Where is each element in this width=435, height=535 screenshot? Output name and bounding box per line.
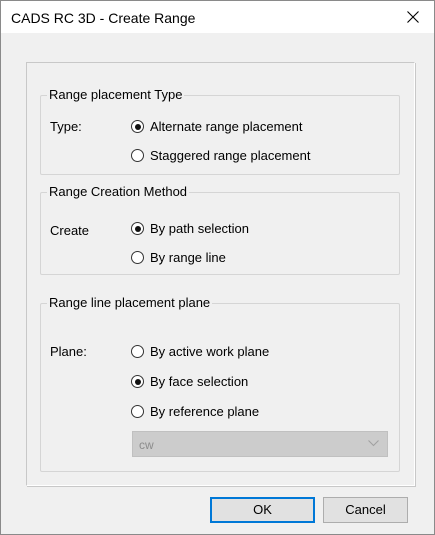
radio-label: By range line [150,250,226,265]
title-bar[interactable]: CADS RC 3D - Create Range [1,1,434,33]
radio-checked-icon [131,120,144,133]
radio-label: By face selection [150,374,249,389]
group-range-placement-type: Range placement Type Type: Alternate ran… [40,87,400,175]
radio-label: By path selection [150,221,250,236]
reference-plane-dropdown[interactable]: cw [132,431,388,457]
plane-label: Plane: [50,344,87,359]
radio-staggered-range-placement[interactable]: Staggered range placement [131,148,310,163]
reference-plane-dropdown-value: cw [139,438,154,452]
group-legend-placement-type: Range placement Type [47,87,185,102]
window-title: CADS RC 3D - Create Range [11,10,196,26]
group-legend-creation-method: Range Creation Method [47,184,190,199]
create-label: Create [50,223,90,238]
type-label: Type: [50,119,82,134]
close-button[interactable] [392,1,434,33]
group-legend-placement-plane: Range line placement plane [47,295,213,310]
radio-unchecked-icon [131,345,144,358]
radio-by-path-selection[interactable]: By path selection [131,221,249,236]
chevron-down-icon [368,440,379,447]
group-range-creation-method: Range Creation Method Create By path sel… [40,184,400,275]
radio-unchecked-icon [131,405,144,418]
close-icon [407,11,419,23]
content-panel: Range placement Type Type: Alternate ran… [26,62,415,486]
radio-checked-icon [131,375,144,388]
radio-by-range-line[interactable]: By range line [131,250,226,265]
dialog-window: CADS RC 3D - Create Range Range placemen… [0,0,435,535]
radio-label: Alternate range placement [150,119,303,134]
radio-label: By reference plane [150,404,260,419]
radio-by-active-work-plane[interactable]: By active work plane [131,344,269,359]
radio-unchecked-icon [131,149,144,162]
ok-button[interactable]: OK [210,497,315,523]
cancel-button[interactable]: Cancel [323,497,408,523]
radio-checked-icon [131,222,144,235]
radio-unchecked-icon [131,251,144,264]
radio-by-reference-plane[interactable]: By reference plane [131,404,259,419]
radio-label: Staggered range placement [150,148,311,163]
radio-label: By active work plane [150,344,270,359]
radio-alternate-range-placement[interactable]: Alternate range placement [131,119,302,134]
radio-by-face-selection[interactable]: By face selection [131,374,248,389]
